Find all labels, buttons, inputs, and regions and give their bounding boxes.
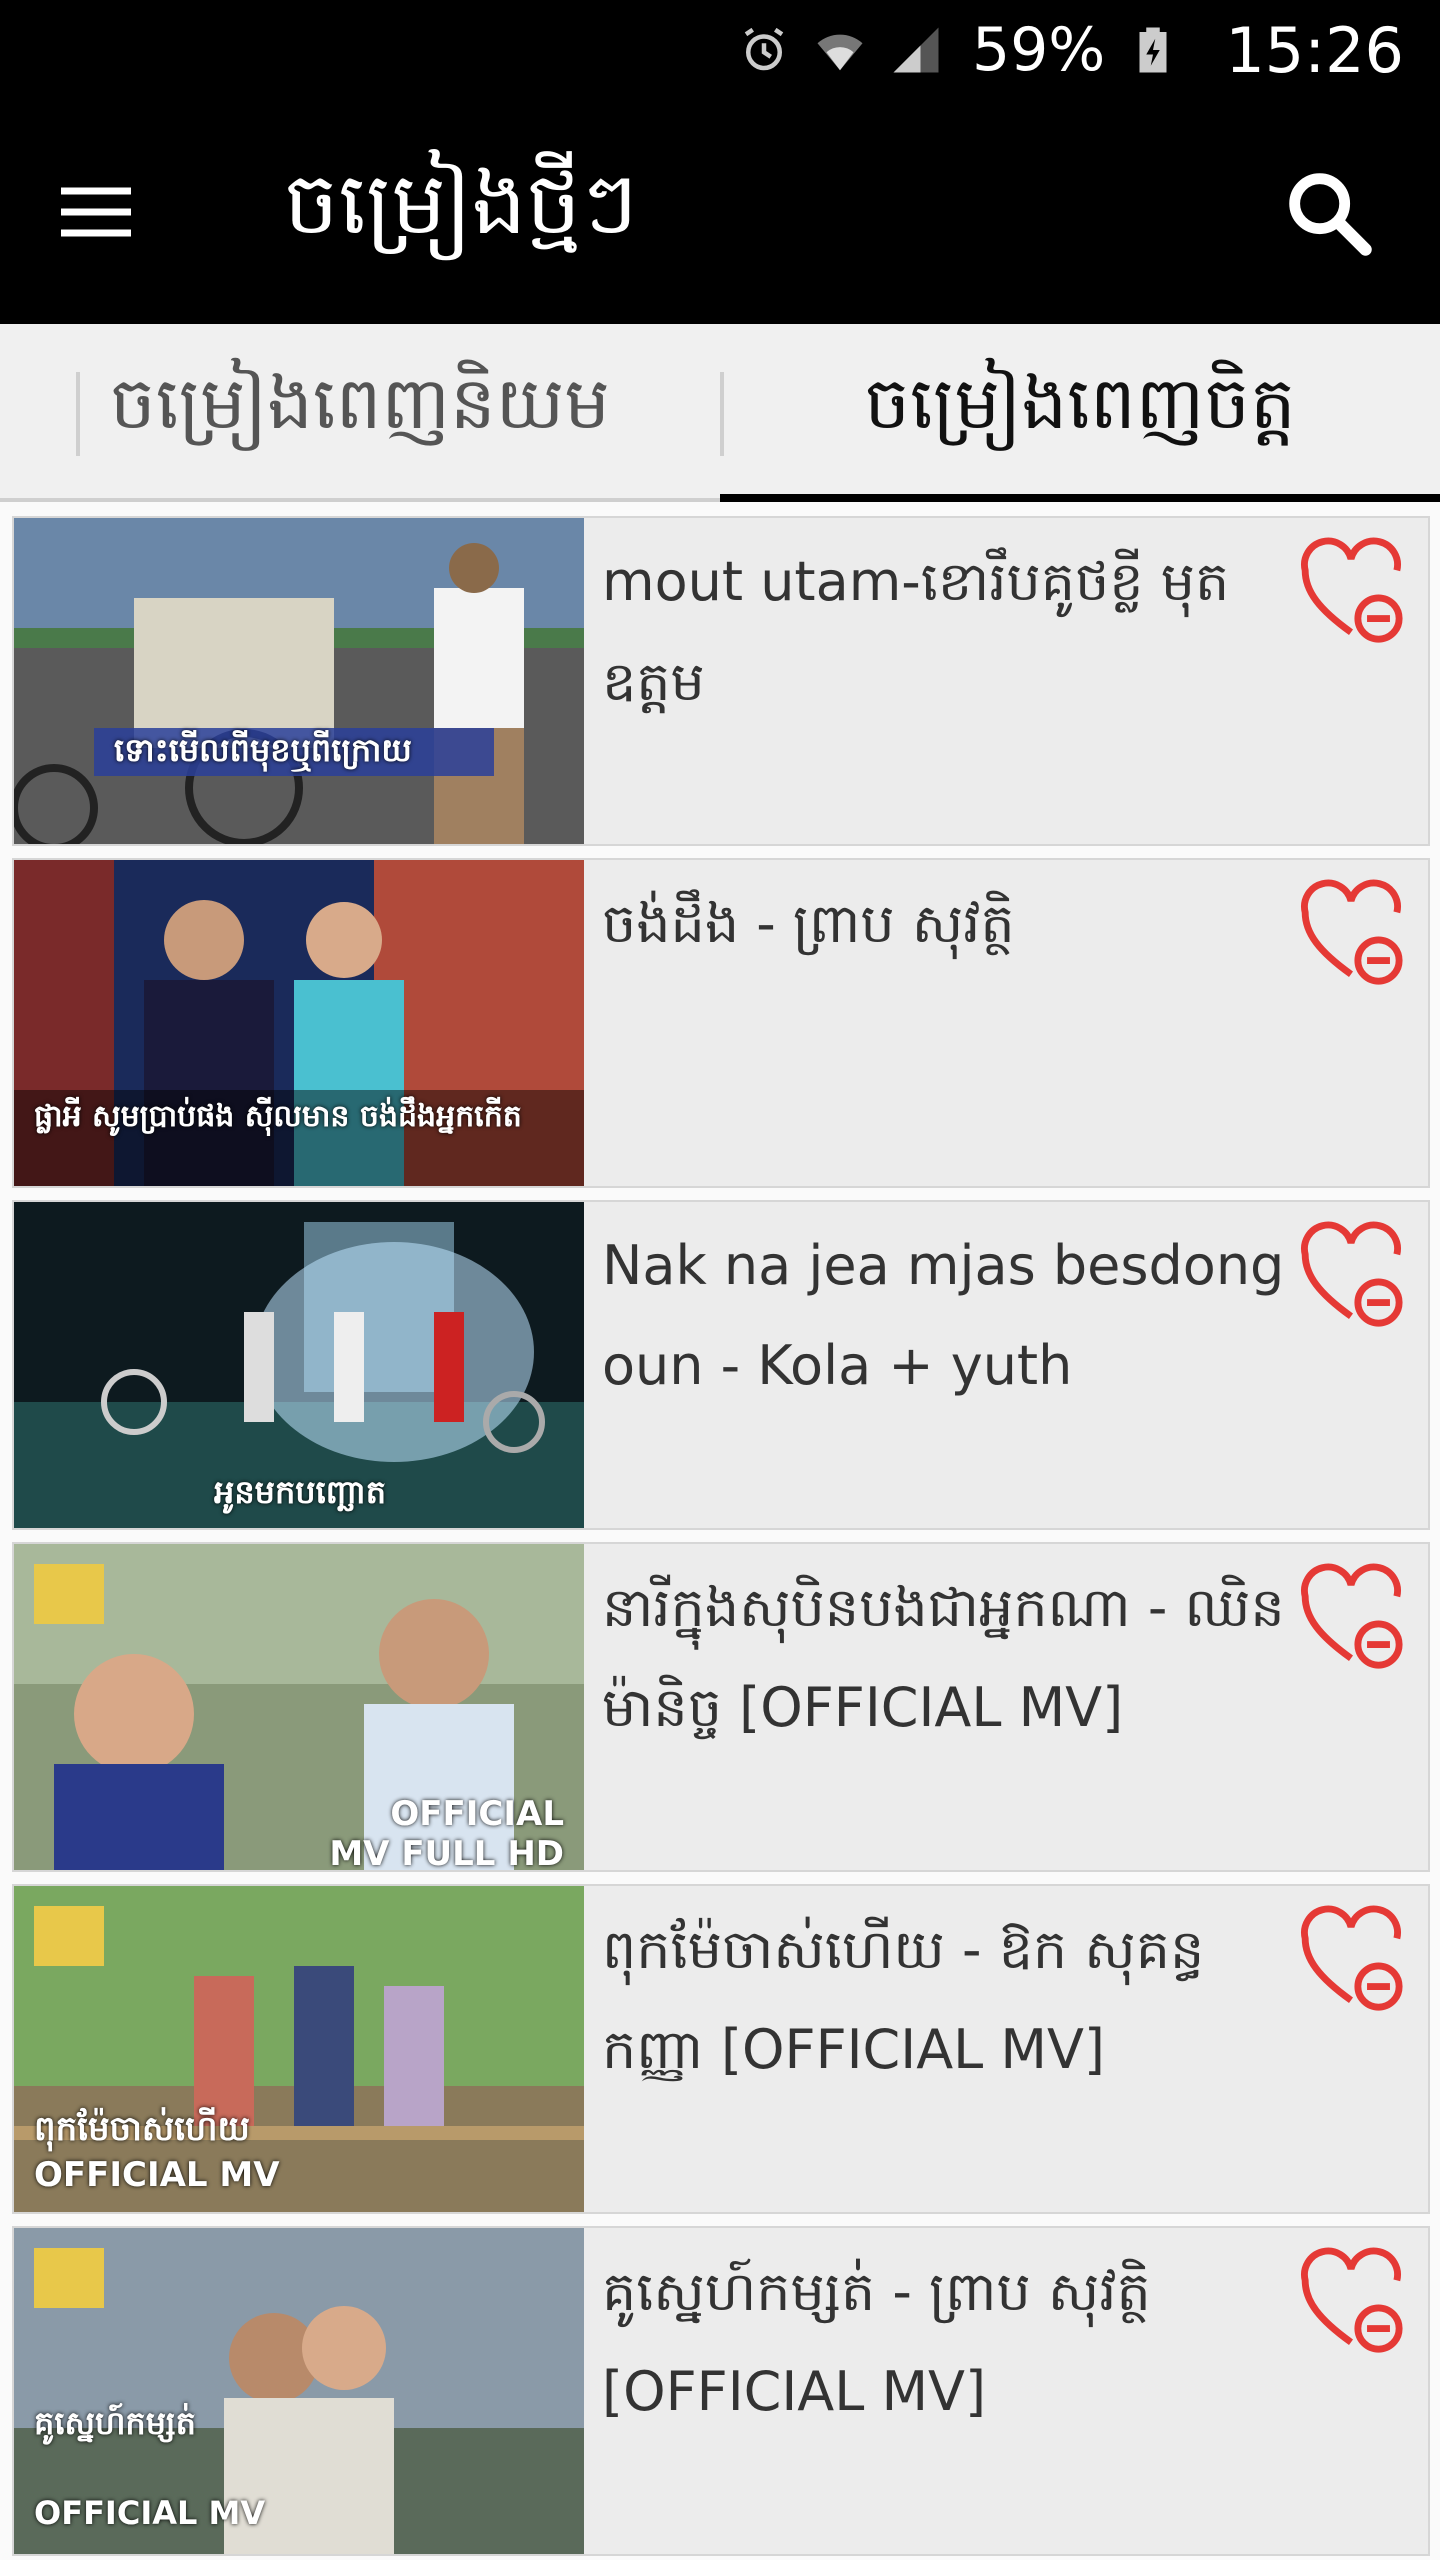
song-title: Nak na jea mjas besdong oun - Kola + yut… xyxy=(602,1234,1285,1397)
song-list-item[interactable]: ពុកម៉ែចាស់ហើយ OFFICIAL MV ពុកម៉ែចាស់ហើយ … xyxy=(12,1884,1430,2214)
song-list-item[interactable]: ផ្លាអី សូមប្រាប់ផង ស៊ីលមាន ចង់ដឹងអ្នកកើត… xyxy=(12,858,1430,1188)
tab-bar: ចម្រៀងពេញនិយម ចម្រៀងពេញចិត្ត xyxy=(0,324,1440,502)
video-thumbnail: ពុកម៉ែចាស់ហើយ OFFICIAL MV xyxy=(14,1886,584,2212)
heart-minus-icon xyxy=(1301,1221,1403,1327)
page-title: ចម្រៀងថ្មីៗ xyxy=(284,154,638,254)
song-title: ពុកម៉ែចាស់ហើយ - ឱក សុគន្ធកញ្ញា [OFFICIAL… xyxy=(602,1918,1205,2081)
tab-popular-songs[interactable]: ចម្រៀងពេញនិយម xyxy=(0,324,720,498)
song-title: នារីក្នុងសុបិនបងជាអ្នកណា - ឈិន ម៉ានិច្ច … xyxy=(602,1576,1285,1739)
heart-minus-icon xyxy=(1301,537,1403,643)
search-button[interactable] xyxy=(1258,142,1398,282)
wifi-icon xyxy=(812,22,868,78)
thumbnail-caption: គូស្នេហ៍កម្សត់ OFFICIAL MV xyxy=(34,2404,266,2532)
thumbnail-caption: ទោះមើលពីមុខឬពីក្រោយ xyxy=(114,731,412,769)
remove-favorite-button[interactable] xyxy=(1296,536,1406,646)
tab-label: ចម្រៀងពេញនិយម xyxy=(110,360,610,445)
tab-label: ចម្រៀងពេញចិត្ត xyxy=(864,360,1296,445)
video-thumbnail: អូនមកបញ្ឆោត xyxy=(14,1202,584,1528)
song-list-item[interactable]: ទោះមើលពីមុខឬពីក្រោយ mout utam-ខោរឹបគូថខ្… xyxy=(12,516,1430,846)
heart-minus-icon xyxy=(1301,1905,1403,2011)
remove-favorite-button[interactable] xyxy=(1296,878,1406,988)
heart-minus-icon xyxy=(1301,2247,1403,2353)
song-list-item[interactable]: គូស្នេហ៍កម្សត់ OFFICIAL MV គូស្នេហ៍កម្សត… xyxy=(12,2226,1430,2556)
thumbnail-caption: OFFICIAL MV FULL HD xyxy=(329,1794,564,1870)
song-list-item[interactable]: OFFICIAL MV FULL HD នារីក្នុងសុបិនបងជាអ្… xyxy=(12,1542,1430,1872)
remove-favorite-button[interactable] xyxy=(1296,1562,1406,1672)
thumbnail-caption: អូនមកបញ្ឆោត xyxy=(214,1473,387,1511)
remove-favorite-button[interactable] xyxy=(1296,2246,1406,2356)
heart-minus-icon xyxy=(1301,879,1403,985)
song-title: ចង់ដឹង - ព្រាប សុវត្ថិ xyxy=(602,892,1015,955)
hamburger-menu-icon xyxy=(61,187,131,237)
tab-divider xyxy=(76,372,80,456)
alarm-icon xyxy=(736,22,792,78)
thumbnail-caption: ផ្លាអី សូមប្រាប់ផង ស៊ីលមាន ចង់ដឹងអ្នកកើត xyxy=(34,1099,522,1134)
heart-minus-icon xyxy=(1301,1563,1403,1669)
video-thumbnail: គូស្នេហ៍កម្សត់ OFFICIAL MV xyxy=(14,2228,584,2554)
song-title: mout utam-ខោរឹបគូថខ្លី មុត ឧត្តម xyxy=(602,550,1230,713)
song-list-item[interactable]: អូនមកបញ្ឆោត Nak na jea mjas besdong oun … xyxy=(12,1200,1430,1530)
status-bar: 59% 15:26 xyxy=(0,0,1440,100)
menu-button[interactable] xyxy=(26,142,166,282)
remove-favorite-button[interactable] xyxy=(1296,1904,1406,2014)
signal-icon xyxy=(888,22,944,78)
app-bar: ចម្រៀងថ្មីៗ xyxy=(0,100,1440,324)
tab-divider xyxy=(720,372,724,456)
battery-percentage: 59% xyxy=(971,15,1106,85)
thumbnail-caption: ពុកម៉ែចាស់ហើយ OFFICIAL MV xyxy=(34,2109,280,2195)
video-thumbnail: ទោះមើលពីមុខឬពីក្រោយ xyxy=(14,518,584,844)
video-thumbnail: ផ្លាអី សូមប្រាប់ផង ស៊ីលមាន ចង់ដឹងអ្នកកើត xyxy=(14,860,584,1186)
tab-favorite-songs[interactable]: ចម្រៀងពេញចិត្ត xyxy=(720,324,1440,502)
clock: 15:26 xyxy=(1225,13,1404,87)
search-icon xyxy=(1289,173,1372,256)
remove-favorite-button[interactable] xyxy=(1296,1220,1406,1330)
battery-icon xyxy=(1125,22,1181,78)
video-thumbnail: OFFICIAL MV FULL HD xyxy=(14,1544,584,1870)
song-title: គូស្នេហ៍កម្សត់ - ព្រាប សុវត្ថិ [OFFICIAL… xyxy=(602,2260,1151,2423)
